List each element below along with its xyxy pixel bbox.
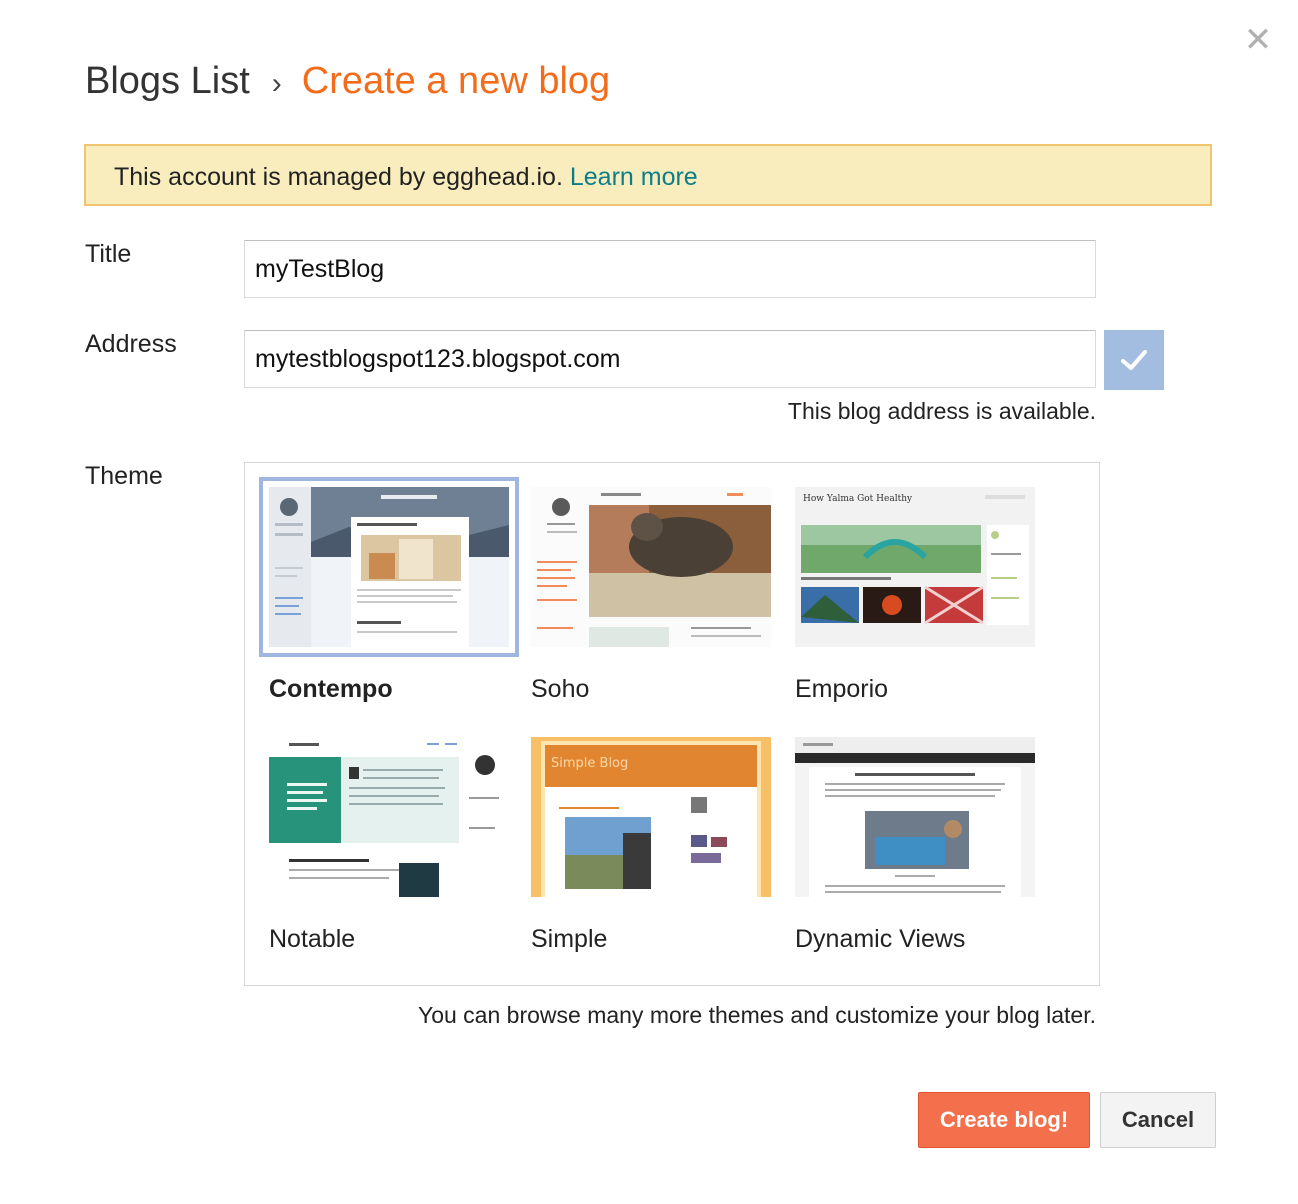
notice-text: This account is managed by egghead.io. [114, 163, 563, 191]
theme-picker: Contempo Soho How Yalma Got Healthy Empo… [244, 462, 1100, 986]
theme-name-contempo: Contempo [269, 675, 393, 703]
simple-thumb-title: Simple Blog [551, 756, 628, 771]
notable-thumbnail [269, 737, 509, 897]
theme-option-contempo[interactable]: Contempo [259, 477, 519, 717]
theme-label: Theme [85, 462, 163, 490]
close-icon[interactable]: ✕ [1240, 22, 1276, 58]
emporio-thumb-title: How Yalma Got Healthy [803, 494, 913, 504]
theme-option-simple[interactable]: Simple Blog Simple [531, 737, 771, 967]
browse-themes-note: You can browse many more themes and cust… [417, 1002, 1096, 1028]
emporio-thumbnail: How Yalma Got Healthy [795, 487, 1035, 647]
address-input[interactable]: mytestblogspot123.blogspot.com [244, 330, 1096, 388]
contempo-thumbnail [269, 487, 509, 647]
theme-option-dynamic-views[interactable]: Dynamic Views [795, 737, 1035, 967]
title-label: Title [85, 240, 132, 268]
managed-account-notice: This account is managed by egghead.io. L… [84, 144, 1212, 206]
breadcrumb: Blogs List › Create a new blog [85, 56, 610, 109]
theme-name-emporio: Emporio [795, 675, 889, 703]
dynamic-views-thumbnail [795, 737, 1035, 897]
soho-thumbnail [531, 487, 771, 647]
title-input[interactable]: myTestBlog [244, 240, 1096, 298]
theme-option-emporio[interactable]: How Yalma Got Healthy Emporio [795, 487, 1035, 717]
theme-name-soho: Soho [531, 675, 590, 703]
theme-name-notable: Notable [269, 925, 356, 953]
breadcrumb-blogs-list-link[interactable]: Blogs List [85, 60, 250, 102]
theme-name-dynamic-views: Dynamic Views [795, 925, 966, 953]
checkmark-icon [1121, 350, 1147, 370]
page-title: Create a new blog [301, 60, 611, 102]
learn-more-link[interactable]: Learn more [570, 163, 698, 191]
theme-option-notable[interactable]: Notable [269, 737, 509, 967]
cancel-button[interactable]: Cancel [1100, 1092, 1216, 1148]
theme-name-simple: Simple [531, 925, 608, 953]
theme-option-soho[interactable]: Soho [531, 487, 771, 717]
address-label: Address [85, 330, 177, 358]
simple-thumbnail: Simple Blog [531, 737, 771, 897]
address-check-button[interactable] [1104, 330, 1164, 390]
breadcrumb-separator: › [271, 67, 282, 100]
create-blog-button[interactable]: Create blog! [918, 1092, 1090, 1148]
address-availability-status: This blog address is available. [787, 398, 1096, 424]
